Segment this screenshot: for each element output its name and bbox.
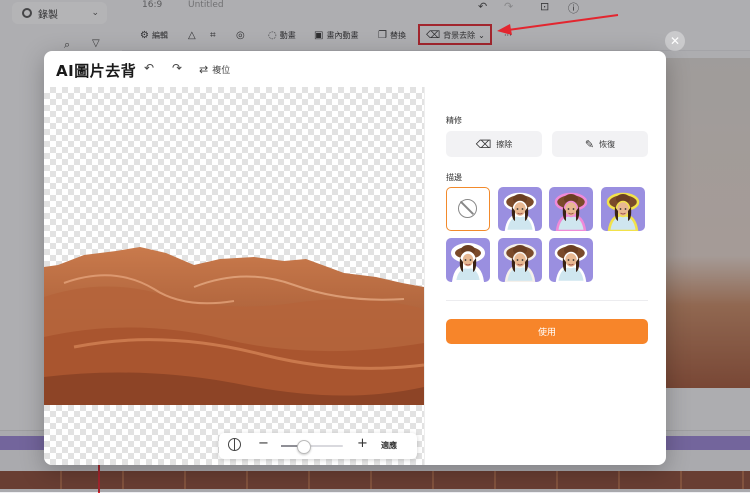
stroke-option-white-soft[interactable] — [498, 238, 542, 282]
portrait-thumbnail — [503, 192, 537, 231]
portrait-thumbnail — [554, 243, 588, 282]
stroke-option-yellow[interactable] — [601, 187, 645, 231]
compare-icon[interactable] — [228, 438, 241, 451]
zoom-out-icon[interactable]: − — [258, 436, 269, 451]
stroke-option-none[interactable] — [446, 187, 490, 231]
stroke-option-white[interactable] — [498, 187, 542, 231]
reset-label: 複位 — [212, 66, 231, 76]
apply-button[interactable]: 使用 — [446, 319, 648, 344]
no-stroke-icon — [458, 199, 477, 218]
zoom-bar: − + 適應 — [219, 433, 417, 459]
divider — [446, 300, 648, 301]
dialog-header: AI圖片去背 ↶ ↷ ⇄ 複位 — [44, 51, 666, 87]
portrait-thumbnail — [554, 192, 588, 231]
stroke-section-label: 描邊 — [446, 173, 462, 182]
portrait-thumbnail — [606, 192, 640, 231]
erase-button[interactable]: ⌫ 擦除 — [446, 131, 542, 157]
restore-button[interactable]: ✎ 恢復 — [552, 131, 648, 157]
zoom-slider-handle[interactable] — [297, 440, 312, 454]
remove-background-dialog: AI圖片去背 ↶ ↷ ⇄ 複位 − + 適應 精修 ⌫ 擦除 ✎ 恢復 描邊 使… — [44, 51, 666, 465]
zoom-slider[interactable] — [281, 440, 343, 454]
zoom-in-icon[interactable]: + — [357, 436, 368, 451]
redo-icon[interactable]: ↷ — [172, 61, 182, 75]
stroke-option-white-thick[interactable] — [446, 238, 490, 282]
stroke-option-white-outline[interactable] — [549, 238, 593, 282]
restore-label: 恢復 — [599, 139, 616, 149]
erase-label: 擦除 — [496, 139, 513, 149]
close-icon[interactable]: ✕ — [665, 31, 685, 51]
stroke-option-pink[interactable] — [549, 187, 593, 231]
brush-icon: ✎ — [584, 137, 595, 151]
dialog-title: AI圖片去背 — [56, 62, 137, 80]
eraser-icon: ⌫ — [475, 137, 492, 151]
portrait-thumbnail — [503, 243, 537, 282]
desert-image — [44, 247, 424, 405]
image-canvas[interactable]: − + 適應 — [44, 87, 424, 465]
reset-button[interactable]: ⇄ 複位 — [199, 63, 230, 76]
reset-icon: ⇄ — [199, 63, 209, 76]
refine-section-label: 精修 — [446, 116, 462, 125]
portrait-thumbnail — [451, 243, 485, 282]
settings-panel: 精修 ⌫ 擦除 ✎ 恢復 描邊 使用 — [424, 87, 666, 465]
undo-icon[interactable]: ↶ — [144, 61, 154, 75]
fit-button[interactable]: 適應 — [381, 440, 397, 451]
